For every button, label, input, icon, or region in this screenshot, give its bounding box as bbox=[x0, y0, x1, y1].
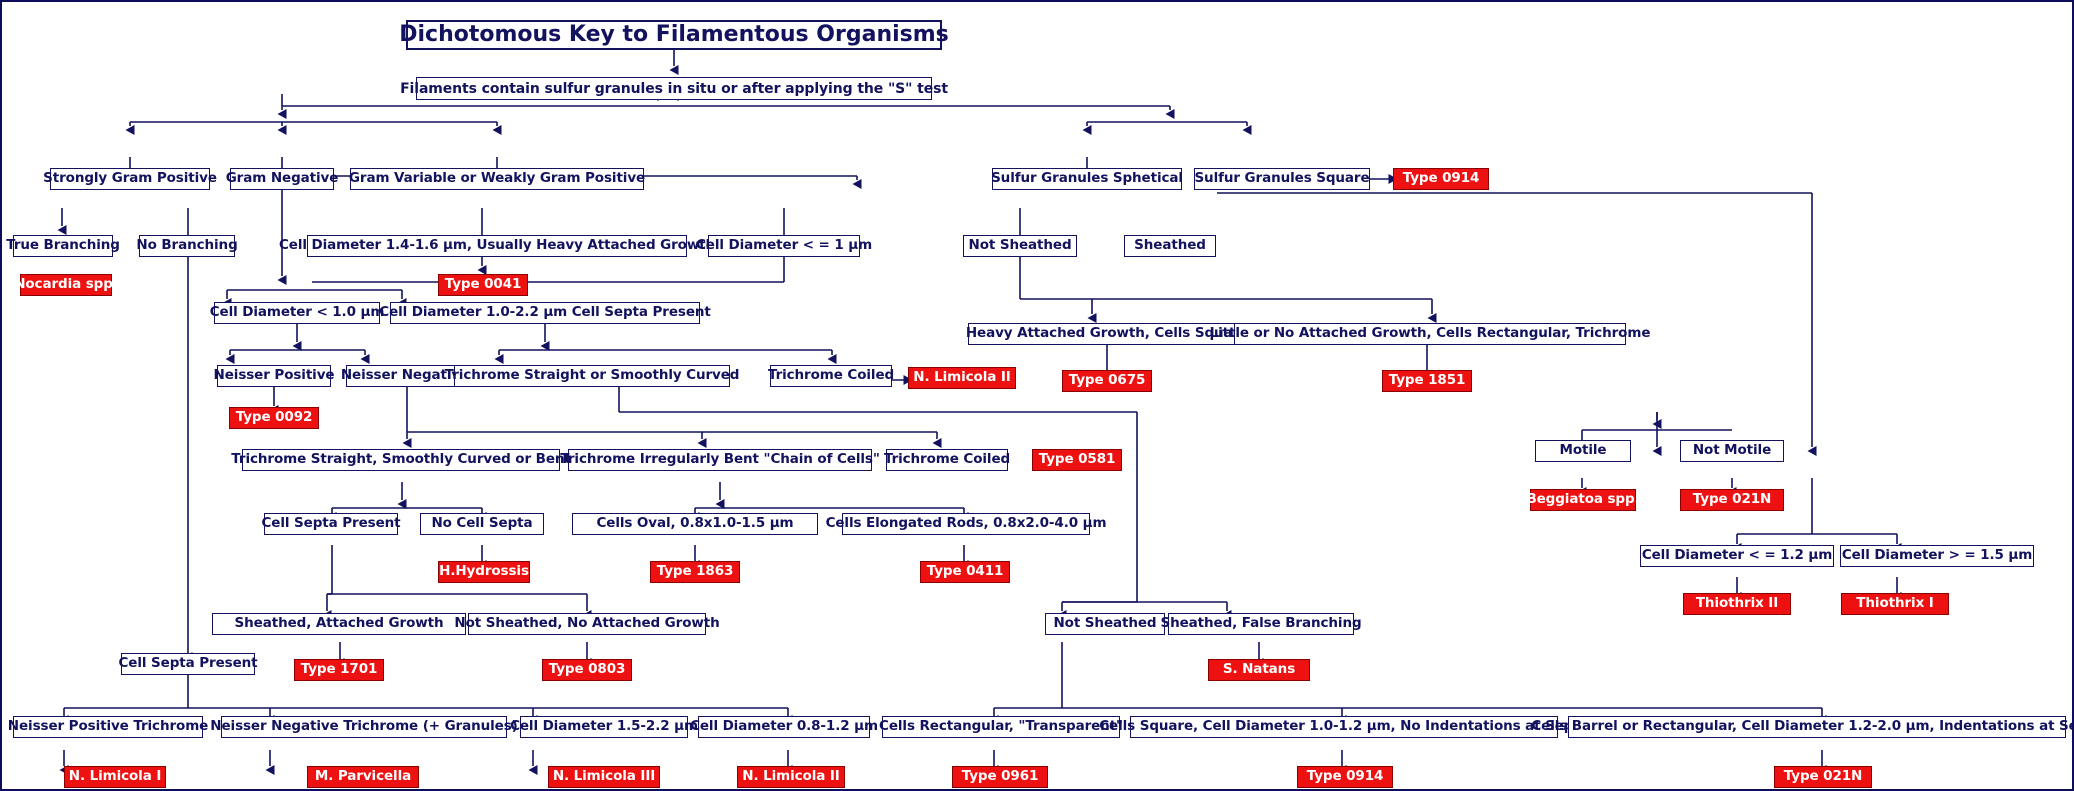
node-trichrome-irregularly-bent: Trichrome Irregularly Bent "Chain of Cel… bbox=[560, 449, 880, 471]
terminal-type-1863: Type 1863 bbox=[650, 561, 740, 583]
node-gram-negative: Gram Negative bbox=[226, 168, 338, 190]
terminal-beggiatoa-spp: Beggiatoa spp. bbox=[1526, 489, 1640, 511]
node-cell-diameter-0-8-1-2: Cell Diameter 0.8-1.2 μm bbox=[690, 716, 878, 738]
node-sulfur-granules-square: Sulfur Granules Square bbox=[1194, 168, 1370, 190]
terminal-type-0961: Type 0961 bbox=[952, 766, 1048, 788]
terminal-type-0581: Type 0581 bbox=[1032, 449, 1122, 471]
node-trichrome-straight-smoothly-curved-or-bent: Trichrome Straight, Smoothly Curved or B… bbox=[231, 449, 571, 471]
node-not-sheathed-a: Not Sheathed bbox=[963, 235, 1077, 257]
node-cells-rectangular-transparent: Cells Rectangular, "Transparent" bbox=[879, 716, 1123, 738]
node-cell-septa-present-b: Cell Septa Present bbox=[119, 653, 258, 675]
node-sheathed-attached-growth: Sheathed, Attached Growth bbox=[212, 613, 466, 635]
node-neisser-positive-trichrome: Neisser Positive Trichrome bbox=[8, 716, 208, 738]
node-not-sheathed-b: Not Sheathed bbox=[1045, 613, 1165, 635]
node-not-motile: Not Motile bbox=[1680, 440, 1784, 462]
node-sulfur-granules-spherical: Sulfur Granules Sphetical bbox=[991, 168, 1183, 190]
node-cell-diameter-lt-1-0: Cell Diameter < 1.0 μm bbox=[210, 302, 384, 324]
node-cells-elongated-rods: Cells Elongated Rods, 0.8x2.0-4.0 μm bbox=[826, 513, 1107, 535]
node-cell-diameter-1-5-2-2: Cell Diameter 1.5-2.2 μm bbox=[510, 716, 698, 738]
terminal-n-limicola-i: N. Limicola I bbox=[64, 766, 166, 788]
terminal-type-021n-b: Type 021N bbox=[1774, 766, 1872, 788]
node-no-cell-septa: No Cell Septa bbox=[420, 513, 544, 535]
terminal-type-0914-top: Type 0914 bbox=[1393, 168, 1489, 190]
node-cell-diameter-1-0-2-2: Cell Diameter 1.0-2.2 μm Cell Septa Pres… bbox=[379, 302, 711, 324]
node-cell-diameter-1-4-1-6: Cell Diameter 1.4-1.6 μm, Usually Heavy … bbox=[279, 235, 715, 257]
dichotomous-key-diagram: Dichotomous Key to Filamentous Organisms… bbox=[0, 0, 2074, 791]
terminal-type-021n-a: Type 021N bbox=[1680, 489, 1784, 511]
terminal-type-1701: Type 1701 bbox=[294, 659, 384, 681]
diagram-title: Dichotomous Key to Filamentous Organisms bbox=[399, 20, 949, 50]
node-not-sheathed-no-attached-growth: Not Sheathed, No Attached Growth bbox=[454, 613, 720, 635]
node-sheathed-a: Sheathed bbox=[1124, 235, 1216, 257]
terminal-thiothrix-i: Thiothrix I bbox=[1841, 593, 1949, 615]
node-trichrome-straight-or-smoothly-curved: Trichrome Straight or Smoothly Curved bbox=[445, 365, 739, 387]
terminal-n-limicola-ii-b: N. Limicola II bbox=[737, 766, 845, 788]
terminal-type-0411: Type 0411 bbox=[920, 561, 1010, 583]
terminal-nocardia-spp: Nocardia spp. bbox=[14, 274, 118, 296]
terminal-m-parvicella: M. Parvicella bbox=[307, 766, 419, 788]
node-trichrome-coiled-a: Trichrome Coiled bbox=[768, 365, 894, 387]
node-cell-diameter-le-1: Cell Diameter < = 1 μm bbox=[696, 235, 872, 257]
terminal-type-0041: Type 0041 bbox=[438, 274, 528, 296]
node-sheathed-false-branching: Sheathed, False Branching bbox=[1160, 613, 1362, 635]
terminal-type-0092: Type 0092 bbox=[229, 407, 319, 429]
node-strongly-gram-positive: Strongly Gram Positive bbox=[43, 168, 217, 190]
node-cells-barrel-or-rectangular: Cells Barrel or Rectangular, Cell Diamet… bbox=[1531, 716, 2072, 738]
node-little-or-no-attached-growth: Little or No Attached Growth, Cells Rect… bbox=[1210, 323, 1650, 345]
node-cell-diameter-le-1-2: Cell Diameter < = 1.2 μm bbox=[1640, 545, 1834, 567]
terminal-type-0803: Type 0803 bbox=[542, 659, 632, 681]
node-neisser-negative-trichrome: Neisser Negative Trichrome (+ Granules) bbox=[210, 716, 518, 738]
terminal-s-natans: S. Natans bbox=[1208, 659, 1310, 681]
node-heavy-attached-growth-cells-square: Heavy Attached Growth, Cells Square bbox=[966, 323, 1248, 345]
terminal-type-0675: Type 0675 bbox=[1062, 370, 1152, 392]
terminal-n-limicola-ii-a: N. Limicola II bbox=[908, 367, 1016, 389]
node-cells-oval: Cells Oval, 0.8x1.0-1.5 μm bbox=[572, 513, 818, 535]
node-true-branching: True Branching bbox=[6, 235, 120, 257]
terminal-n-limicola-iii: N. Limicola III bbox=[548, 766, 660, 788]
terminal-h-hydrossis: H.Hydrossis bbox=[438, 561, 530, 583]
node-cells-square-1-0-1-2: Cells Square, Cell Diameter 1.0-1.2 μm, … bbox=[1099, 716, 1589, 738]
node-motile: Motile bbox=[1535, 440, 1631, 462]
terminal-type-0914-bottom: Type 0914 bbox=[1297, 766, 1393, 788]
node-cell-diameter-ge-1-5: Cell Diameter > = 1.5 μm bbox=[1840, 545, 2034, 567]
node-neisser-positive: Neisser Positive bbox=[214, 365, 335, 387]
node-gram-variable: Gram Variable or Weakly Gram Positive bbox=[349, 168, 645, 190]
terminal-thiothrix-ii: Thiothrix II bbox=[1683, 593, 1791, 615]
node-trichrome-coiled-b: Trichrome Coiled bbox=[884, 449, 1010, 471]
node-root-question: Filaments contain sulfur granules in sit… bbox=[400, 77, 948, 100]
terminal-type-1851: Type 1851 bbox=[1382, 370, 1472, 392]
node-no-branching: No Branching bbox=[136, 235, 238, 257]
node-cell-septa-present-a: Cell Septa Present bbox=[262, 513, 401, 535]
